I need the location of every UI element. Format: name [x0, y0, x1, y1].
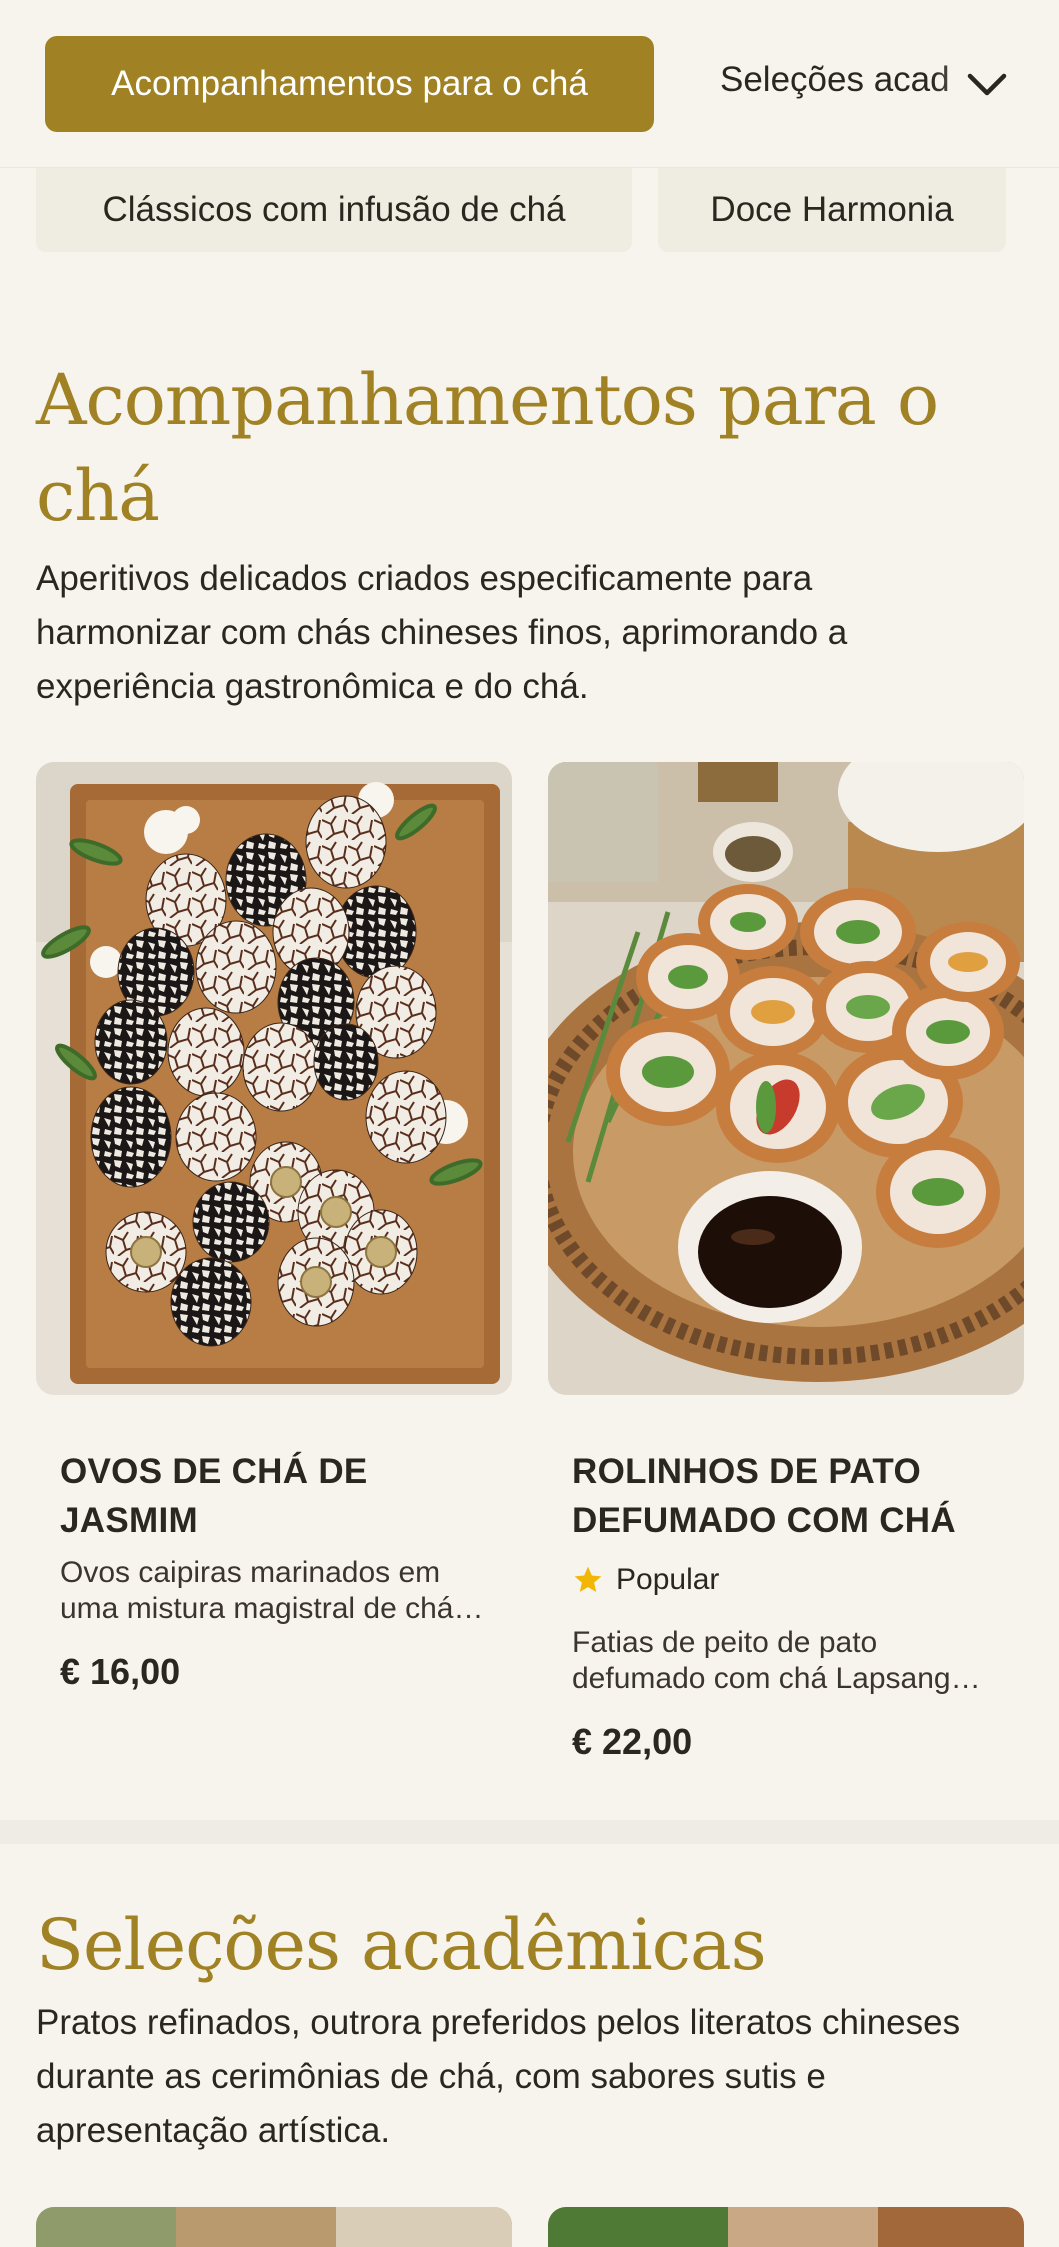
subcategory-chip-classics[interactable]: Clássicos com infusão de chá [36, 168, 632, 252]
tea-eggs-image [36, 762, 512, 1395]
star-icon [574, 1566, 602, 1592]
menu-item-name: ROLINHOS DE PATO DEFUMADO COM CHÁ [572, 1452, 956, 1540]
menu-item-image[interactable] [548, 2207, 1024, 2247]
section-title: Acompanhamentos para o chá [36, 359, 939, 537]
section-title: Seleções acadêmicas [36, 1904, 767, 1986]
menu-item-image[interactable] [36, 2207, 512, 2247]
subcategory-chip-sweet[interactable]: Doce Harmonia [658, 168, 1006, 252]
category-chip-active[interactable]: Acompanhamentos para o chá [45, 36, 654, 132]
section-divider [0, 1820, 1059, 1844]
category-chip-next-label: Seleções acadêmicas [720, 60, 950, 99]
menu-item-name: OVOS DE CHÁ DE JASMIM [60, 1452, 368, 1540]
menu-item-description: Ovos caipiras marinados em uma mistura m… [60, 1556, 454, 1625]
category-nav: Acompanhamentos para o chá Seleções acad… [0, 0, 1059, 168]
menu-item-card[interactable]: OVOS DE CHÁ DE JASMIM Ovos caipiras mari… [36, 762, 512, 1693]
menu-item-price: € 16,00 [60, 1651, 181, 1692]
popular-badge-label: Popular [616, 1563, 720, 1596]
section-description: Aperitivos delicados criados especificam… [36, 559, 848, 706]
duck-rolls-image [548, 762, 1024, 1395]
menu-item-card[interactable]: ROLINHOS DE PATO DEFUMADO COM CHÁ Popula… [548, 762, 1024, 1763]
popular-badge: Popular [572, 1563, 1000, 1597]
chevron-down-icon[interactable] [960, 58, 1014, 112]
section-description: Pratos refinados, outrora preferidos pel… [36, 2003, 961, 2150]
category-chip-next[interactable]: Seleções acadêmicas [720, 60, 950, 108]
menu-item-description: Fatias de peito de pato defumado com chá… [572, 1626, 951, 1695]
menu-item-price: € 22,00 [572, 1721, 693, 1762]
